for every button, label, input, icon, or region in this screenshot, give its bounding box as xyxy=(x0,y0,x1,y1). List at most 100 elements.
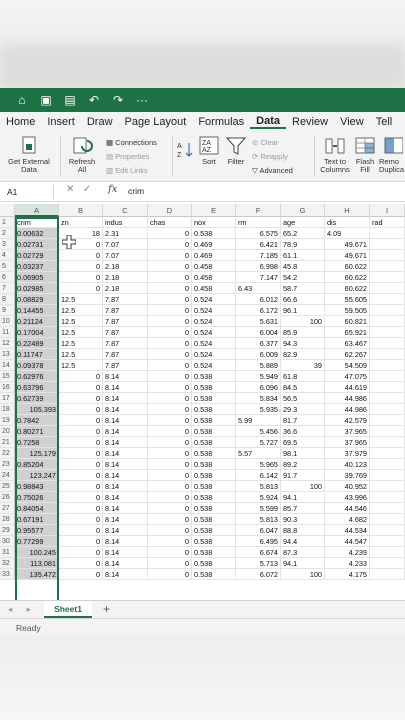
table-cell[interactable]: 0.524 xyxy=(192,316,236,327)
tab-insert[interactable]: Insert xyxy=(41,116,81,128)
table-cell[interactable]: 0.538 xyxy=(192,470,236,481)
table-cell[interactable]: 85.7 xyxy=(281,503,325,514)
row-header[interactable]: 5 xyxy=(0,261,15,272)
table-cell[interactable]: 0 xyxy=(148,338,192,349)
table-cell[interactable]: 0 xyxy=(148,327,192,338)
row-header[interactable]: 15 xyxy=(0,371,15,382)
table-cell[interactable]: 6.421 xyxy=(236,239,281,250)
table-cell[interactable]: 12.5 xyxy=(59,294,103,305)
sort-az-button[interactable]: AZ xyxy=(176,140,194,162)
table-cell[interactable]: 5.813 xyxy=(236,481,281,492)
table-cell[interactable]: 0.538 xyxy=(192,547,236,558)
table-cell[interactable]: 44.547 xyxy=(325,536,370,547)
table-cell[interactable] xyxy=(370,382,405,393)
table-cell[interactable]: 8.14 xyxy=(103,415,148,426)
table-cell[interactable] xyxy=(370,294,405,305)
row-header[interactable]: 33 xyxy=(0,569,15,580)
table-cell[interactable] xyxy=(370,283,405,294)
table-cell[interactable]: 0 xyxy=(148,536,192,547)
table-cell[interactable]: 0 xyxy=(59,272,103,283)
row-header[interactable]: 9 xyxy=(0,305,15,316)
row-header[interactable]: 28 xyxy=(0,514,15,525)
clear-button[interactable]: ⊘ Clear xyxy=(252,138,278,147)
table-cell[interactable]: 12.5 xyxy=(59,338,103,349)
save-as-icon[interactable]: ▤ xyxy=(62,93,78,107)
text-to-columns-button[interactable]: Text to Columns xyxy=(318,136,352,174)
table-cell[interactable]: nox xyxy=(192,217,236,228)
table-cell[interactable]: 66.6 xyxy=(281,294,325,305)
table-cell[interactable]: 60.622 xyxy=(325,261,370,272)
table-cell[interactable]: 8.14 xyxy=(103,525,148,536)
table-cell[interactable]: 78.9 xyxy=(281,239,325,250)
table-cell[interactable]: 0 xyxy=(59,371,103,382)
column-header-h[interactable]: H xyxy=(325,204,370,217)
table-cell[interactable]: 8.14 xyxy=(103,371,148,382)
table-cell[interactable]: 96.1 xyxy=(281,305,325,316)
table-cell[interactable]: 44.546 xyxy=(325,503,370,514)
table-cell[interactable] xyxy=(370,261,405,272)
table-cell[interactable]: 0.95577 xyxy=(15,525,59,536)
table-cell[interactable]: 6.43 xyxy=(236,283,281,294)
table-cell[interactable]: 0.524 xyxy=(192,338,236,349)
insert-function-icon[interactable]: fx xyxy=(108,184,117,195)
table-cell[interactable]: 0.538 xyxy=(192,371,236,382)
table-cell[interactable]: 84.5 xyxy=(281,382,325,393)
table-cell[interactable]: 29.3 xyxy=(281,404,325,415)
table-cell[interactable]: 8.14 xyxy=(103,459,148,470)
row-header[interactable]: 14 xyxy=(0,360,15,371)
table-cell[interactable]: 100 xyxy=(281,481,325,492)
table-cell[interactable]: 94.3 xyxy=(281,338,325,349)
table-cell[interactable]: 65.921 xyxy=(325,327,370,338)
column-header-g[interactable]: G xyxy=(281,204,325,217)
table-cell[interactable]: 61.8 xyxy=(281,371,325,382)
table-cell[interactable]: 5.965 xyxy=(236,459,281,470)
table-cell[interactable]: 54.509 xyxy=(325,360,370,371)
table-cell[interactable]: 12.5 xyxy=(59,327,103,338)
table-cell[interactable]: 0 xyxy=(59,426,103,437)
add-sheet-button[interactable]: + xyxy=(103,602,110,616)
spreadsheet-grid[interactable]: A B C D E F G H I 1 crim zn indus chas nox rm age dis rad 2… xyxy=(0,204,405,600)
table-cell[interactable]: 5.813 xyxy=(236,514,281,525)
table-cell[interactable]: 0.458 xyxy=(192,272,236,283)
row-header[interactable]: 26 xyxy=(0,492,15,503)
table-cell[interactable]: 0.08829 xyxy=(15,294,59,305)
table-cell[interactable]: 0.538 xyxy=(192,448,236,459)
table-cell[interactable]: 44.986 xyxy=(325,393,370,404)
table-cell[interactable]: 0.09378 xyxy=(15,360,59,371)
table-cell[interactable]: 6.012 xyxy=(236,294,281,305)
table-cell[interactable]: 44.534 xyxy=(325,525,370,536)
table-cell[interactable]: 2.18 xyxy=(103,261,148,272)
table-cell[interactable]: 7.87 xyxy=(103,305,148,316)
table-cell[interactable]: 5.599 xyxy=(236,503,281,514)
column-header-d[interactable]: D xyxy=(148,204,192,217)
table-cell[interactable]: 6.072 xyxy=(236,569,281,580)
table-cell[interactable]: 4.233 xyxy=(325,558,370,569)
table-cell[interactable]: rm xyxy=(236,217,281,228)
column-header-f[interactable]: F xyxy=(236,204,281,217)
table-cell[interactable]: 60.821 xyxy=(325,316,370,327)
table-cell[interactable]: 7.07 xyxy=(103,250,148,261)
table-cell[interactable]: 94.1 xyxy=(281,492,325,503)
table-cell[interactable]: 0 xyxy=(148,514,192,525)
cancel-icon[interactable]: ✕ xyxy=(66,184,74,195)
table-cell[interactable]: 0.00632 xyxy=(15,228,59,239)
table-cell[interactable]: 0 xyxy=(59,382,103,393)
table-cell[interactable]: 0.06905 xyxy=(15,272,59,283)
table-cell[interactable]: 125.179 xyxy=(15,448,59,459)
table-cell[interactable]: 0 xyxy=(148,448,192,459)
table-cell[interactable]: 6.998 xyxy=(236,261,281,272)
table-cell[interactable]: indus xyxy=(103,217,148,228)
table-cell[interactable]: 0.84054 xyxy=(15,503,59,514)
table-cell[interactable]: 0.538 xyxy=(192,481,236,492)
sort-button[interactable]: ZA AZ Sort xyxy=(196,136,222,166)
table-cell[interactable]: 0.458 xyxy=(192,261,236,272)
table-cell[interactable]: 8.14 xyxy=(103,470,148,481)
sheet-tab-sheet1[interactable]: Sheet1 xyxy=(44,601,92,618)
table-cell[interactable]: 0 xyxy=(148,294,192,305)
table-cell[interactable]: 113.081 xyxy=(15,558,59,569)
table-cell[interactable]: 54.2 xyxy=(281,272,325,283)
table-cell[interactable]: 0.7258 xyxy=(15,437,59,448)
table-cell[interactable]: 0 xyxy=(59,404,103,415)
table-cell[interactable] xyxy=(370,448,405,459)
table-cell[interactable]: 0.524 xyxy=(192,360,236,371)
